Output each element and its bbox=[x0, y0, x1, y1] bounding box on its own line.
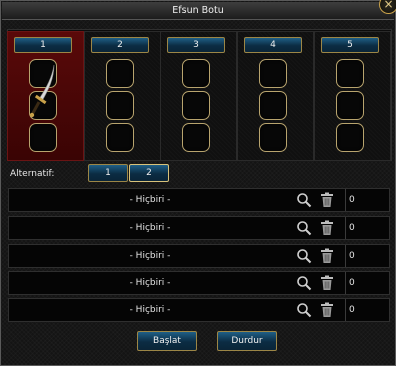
search-icon[interactable] bbox=[295, 191, 313, 209]
item-slot-4-1[interactable] bbox=[259, 59, 287, 88]
row-divider bbox=[345, 299, 346, 321]
trash-icon[interactable] bbox=[318, 301, 336, 319]
sword-icon[interactable] bbox=[27, 61, 59, 121]
bonus-count: 0 bbox=[349, 251, 355, 261]
bonus-count: 0 bbox=[349, 305, 355, 315]
trash-icon[interactable] bbox=[318, 191, 336, 209]
trash-icon[interactable] bbox=[318, 219, 336, 237]
bonus-count: 0 bbox=[349, 223, 355, 233]
item-slot-3-3[interactable] bbox=[182, 123, 210, 152]
bonus-row-2: - Hiçbiri - 0 bbox=[8, 216, 390, 240]
row-divider bbox=[345, 189, 346, 211]
tab-3[interactable]: 3 bbox=[167, 37, 225, 53]
row-divider bbox=[345, 245, 346, 267]
trash-icon[interactable] bbox=[318, 247, 336, 265]
bonus-name[interactable]: - Hiçbiri - bbox=[9, 245, 291, 267]
trash-icon[interactable] bbox=[318, 274, 336, 292]
search-icon[interactable] bbox=[295, 247, 313, 265]
item-slot-3-1[interactable] bbox=[182, 59, 210, 88]
alternative-button-2[interactable]: 2 bbox=[129, 164, 169, 182]
window-title: Efsun Botu bbox=[2, 2, 394, 20]
bonus-row-1: - Hiçbiri - 0 bbox=[8, 188, 390, 212]
bonus-name[interactable]: - Hiçbiri - bbox=[9, 272, 291, 294]
item-slot-4-3[interactable] bbox=[259, 123, 287, 152]
item-slot-5-2[interactable] bbox=[336, 91, 364, 120]
tab-4[interactable]: 4 bbox=[244, 37, 302, 53]
item-slot-5-1[interactable] bbox=[336, 59, 364, 88]
search-icon[interactable] bbox=[295, 301, 313, 319]
bonus-name[interactable]: - Hiçbiri - bbox=[9, 299, 291, 321]
alternative-label: Alternatif: bbox=[10, 169, 55, 179]
bonus-count: 0 bbox=[349, 278, 355, 288]
row-divider bbox=[345, 217, 346, 239]
alternative-button-1[interactable]: 1 bbox=[88, 164, 128, 182]
item-slot-1-3[interactable] bbox=[29, 123, 57, 152]
tab-5[interactable]: 5 bbox=[321, 37, 379, 53]
bonus-name[interactable]: - Hiçbiri - bbox=[9, 217, 291, 239]
search-icon[interactable] bbox=[295, 219, 313, 237]
bonus-count: 0 bbox=[349, 195, 355, 205]
bonus-row-3: - Hiçbiri - 0 bbox=[8, 244, 390, 268]
start-button[interactable]: Başlat bbox=[137, 331, 197, 351]
item-slot-2-3[interactable] bbox=[106, 123, 134, 152]
bonus-row-5: - Hiçbiri - 0 bbox=[8, 298, 390, 322]
item-slot-4-2[interactable] bbox=[259, 91, 287, 120]
stop-button[interactable]: Durdur bbox=[217, 331, 277, 351]
bonus-name[interactable]: - Hiçbiri - bbox=[9, 189, 291, 211]
tab-2[interactable]: 2 bbox=[91, 37, 149, 53]
close-button[interactable]: × bbox=[379, 0, 396, 14]
item-slot-2-1[interactable] bbox=[106, 59, 134, 88]
tab-1[interactable]: 1 bbox=[14, 37, 72, 53]
item-slot-2-2[interactable] bbox=[106, 91, 134, 120]
row-divider bbox=[345, 272, 346, 294]
efsun-botu-window: Efsun Botu × 1 2 3 4 5 Alternatif: 1 2 -… bbox=[0, 0, 396, 366]
search-icon[interactable] bbox=[295, 274, 313, 292]
item-slot-3-2[interactable] bbox=[182, 91, 210, 120]
bonus-row-4: - Hiçbiri - 0 bbox=[8, 271, 390, 295]
item-slot-5-3[interactable] bbox=[336, 123, 364, 152]
